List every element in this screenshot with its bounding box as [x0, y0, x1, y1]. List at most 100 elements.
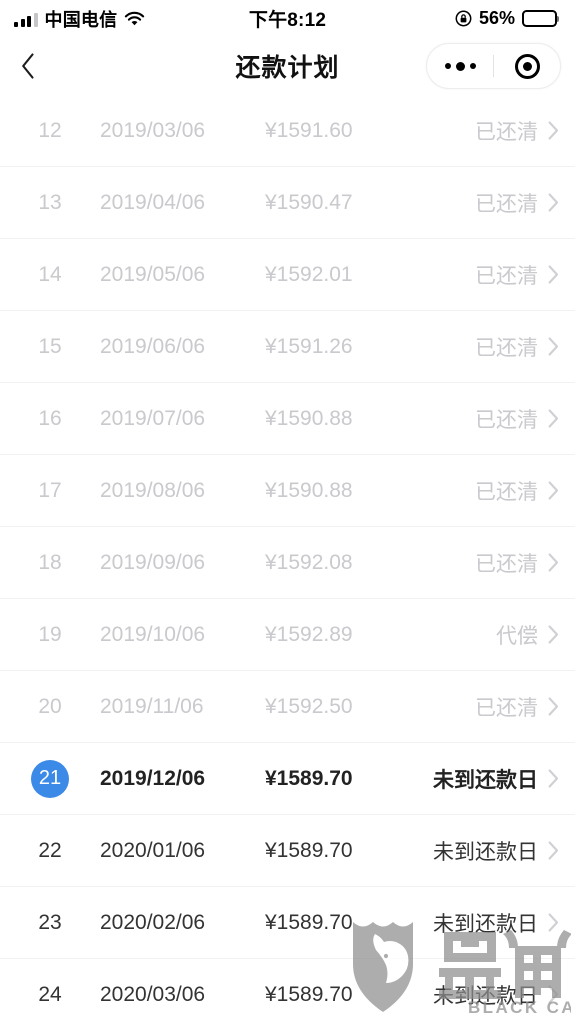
table-row[interactable]: 24 2020/03/06 ¥1589.70 未到还款日 — [0, 959, 575, 1024]
row-date-cell: 2019/06/06 — [100, 334, 206, 358]
table-row[interactable]: 14 2019/05/06 ¥1592.01 已还清 — [0, 239, 575, 311]
row-amount-cell: ¥1589.70 — [265, 910, 353, 934]
current-period-badge: 21 — [31, 759, 69, 798]
chevron-right-icon — [548, 769, 559, 788]
row-index-label: 19 — [38, 622, 62, 646]
status-bar: 中国电信 下午8:12 56% — [0, 0, 575, 37]
row-index-label: 17 — [38, 478, 62, 502]
row-date-cell: 2019/05/06 — [100, 262, 206, 286]
battery-percent-label: 56% — [478, 8, 515, 28]
row-status-label: 未到还款日 — [433, 768, 538, 792]
row-index-cell: 24 — [0, 983, 100, 1007]
chevron-right-icon — [548, 625, 559, 644]
row-index-cell: 12 — [0, 119, 100, 143]
table-row[interactable]: 12 2019/03/06 ¥1591.60 已还清 — [0, 95, 575, 167]
row-status-label: 未到还款日 — [433, 840, 538, 864]
row-index-label: 22 — [38, 838, 62, 862]
row-amount-cell: ¥1592.01 — [265, 262, 353, 286]
row-amount-cell: ¥1589.70 — [265, 982, 353, 1006]
chevron-right-icon — [548, 193, 559, 212]
row-index-label: 23 — [38, 910, 62, 934]
row-index-label: 20 — [38, 694, 62, 718]
table-row[interactable]: 16 2019/07/06 ¥1590.88 已还清 — [0, 383, 575, 455]
row-status-label: 已还清 — [475, 192, 538, 216]
row-status-cell: 已还清 — [430, 692, 575, 722]
row-date-cell: 2019/11/06 — [100, 694, 204, 718]
row-index-label: 16 — [38, 406, 62, 430]
row-index-cell: 21 — [0, 759, 100, 798]
row-date-cell: 2020/01/06 — [100, 838, 206, 862]
row-date-cell: 2019/04/06 — [100, 190, 206, 214]
table-row[interactable]: 21 2019/12/06 ¥1589.70 未到还款日 — [0, 743, 575, 815]
row-index-label: 18 — [38, 550, 62, 574]
battery-icon — [522, 10, 557, 27]
row-status-label: 未到还款日 — [433, 984, 538, 1008]
table-row[interactable]: 22 2020/01/06 ¥1589.70 未到还款日 — [0, 815, 575, 887]
capsule-menu-button[interactable] — [427, 61, 493, 71]
row-status-cell: 已还清 — [430, 188, 575, 218]
row-date-cell: 2019/08/06 — [100, 478, 206, 502]
row-status-cell: 已还清 — [430, 116, 575, 146]
row-status-label: 已还清 — [475, 696, 538, 720]
row-amount-cell: ¥1590.47 — [265, 190, 353, 214]
chevron-right-icon — [548, 913, 559, 932]
row-status-label: 已还清 — [475, 264, 538, 288]
row-index-cell: 17 — [0, 479, 100, 503]
row-index-cell: 15 — [0, 335, 100, 359]
row-status-label: 已还清 — [475, 552, 538, 576]
row-status-cell: 已还清 — [430, 404, 575, 434]
status-bar-right: 56% — [455, 8, 557, 29]
table-row[interactable]: 19 2019/10/06 ¥1592.89 代偿 — [0, 599, 575, 671]
row-amount-cell: ¥1592.89 — [265, 622, 353, 646]
row-index-cell: 18 — [0, 551, 100, 575]
chevron-right-icon — [548, 121, 559, 140]
row-amount-cell: ¥1589.70 — [265, 766, 353, 790]
row-index-label: 15 — [38, 334, 62, 358]
row-date-cell: 2019/10/06 — [100, 622, 206, 646]
nav-bar: 还款计划 — [0, 37, 575, 95]
chevron-right-icon — [548, 409, 559, 428]
row-index-label: 14 — [38, 262, 62, 286]
row-index-cell: 22 — [0, 839, 100, 863]
miniprogram-capsule — [426, 43, 561, 89]
row-status-cell: 未到还款日 — [430, 980, 575, 1010]
table-row[interactable]: 18 2019/09/06 ¥1592.08 已还清 — [0, 527, 575, 599]
row-status-label: 代偿 — [496, 624, 538, 648]
row-index-cell: 16 — [0, 407, 100, 431]
status-bar-left: 中国电信 — [14, 6, 145, 32]
row-amount-cell: ¥1591.26 — [265, 334, 353, 358]
row-amount-cell: ¥1589.70 — [265, 838, 353, 862]
table-row[interactable]: 13 2019/04/06 ¥1590.47 已还清 — [0, 167, 575, 239]
row-amount-cell: ¥1591.60 — [265, 118, 353, 142]
carrier-label: 中国电信 — [44, 9, 118, 30]
capsule-close-button[interactable] — [494, 53, 560, 79]
row-index-cell: 13 — [0, 191, 100, 215]
clock-label: 下午8:12 — [248, 10, 327, 31]
row-date-cell: 2020/02/06 — [100, 910, 206, 934]
row-date-cell: 2019/12/06 — [100, 766, 206, 790]
table-row[interactable]: 15 2019/06/06 ¥1591.26 已还清 — [0, 311, 575, 383]
wifi-icon — [124, 11, 145, 27]
chevron-right-icon — [548, 553, 559, 572]
target-circle-icon — [514, 53, 540, 79]
row-status-cell: 未到还款日 — [430, 764, 575, 794]
row-date-cell: 2020/03/06 — [100, 982, 206, 1006]
chevron-right-icon — [548, 985, 559, 1004]
table-row[interactable]: 20 2019/11/06 ¥1592.50 已还清 — [0, 671, 575, 743]
row-index-cell: 14 — [0, 263, 100, 287]
table-row[interactable]: 23 2020/02/06 ¥1589.70 未到还款日 — [0, 887, 575, 959]
repayment-schedule-list: 12 2019/03/06 ¥1591.60 已还清 13 2019/04/06 ¥1590… — [0, 95, 575, 1024]
row-status-label: 已还清 — [475, 120, 538, 144]
row-status-label: 已还清 — [475, 408, 538, 432]
table-row[interactable]: 17 2019/08/06 ¥1590.88 已还清 — [0, 455, 575, 527]
chevron-right-icon — [548, 841, 559, 860]
rotation-lock-icon — [455, 10, 472, 27]
row-index-cell: 19 — [0, 623, 100, 647]
row-index-label: 12 — [38, 118, 62, 142]
more-dots-icon — [444, 61, 476, 71]
row-status-cell: 未到还款日 — [430, 836, 575, 866]
chevron-right-icon — [548, 265, 559, 284]
row-index-label: 13 — [38, 190, 62, 214]
row-status-label: 已还清 — [475, 336, 538, 360]
row-status-cell: 已还清 — [430, 548, 575, 578]
